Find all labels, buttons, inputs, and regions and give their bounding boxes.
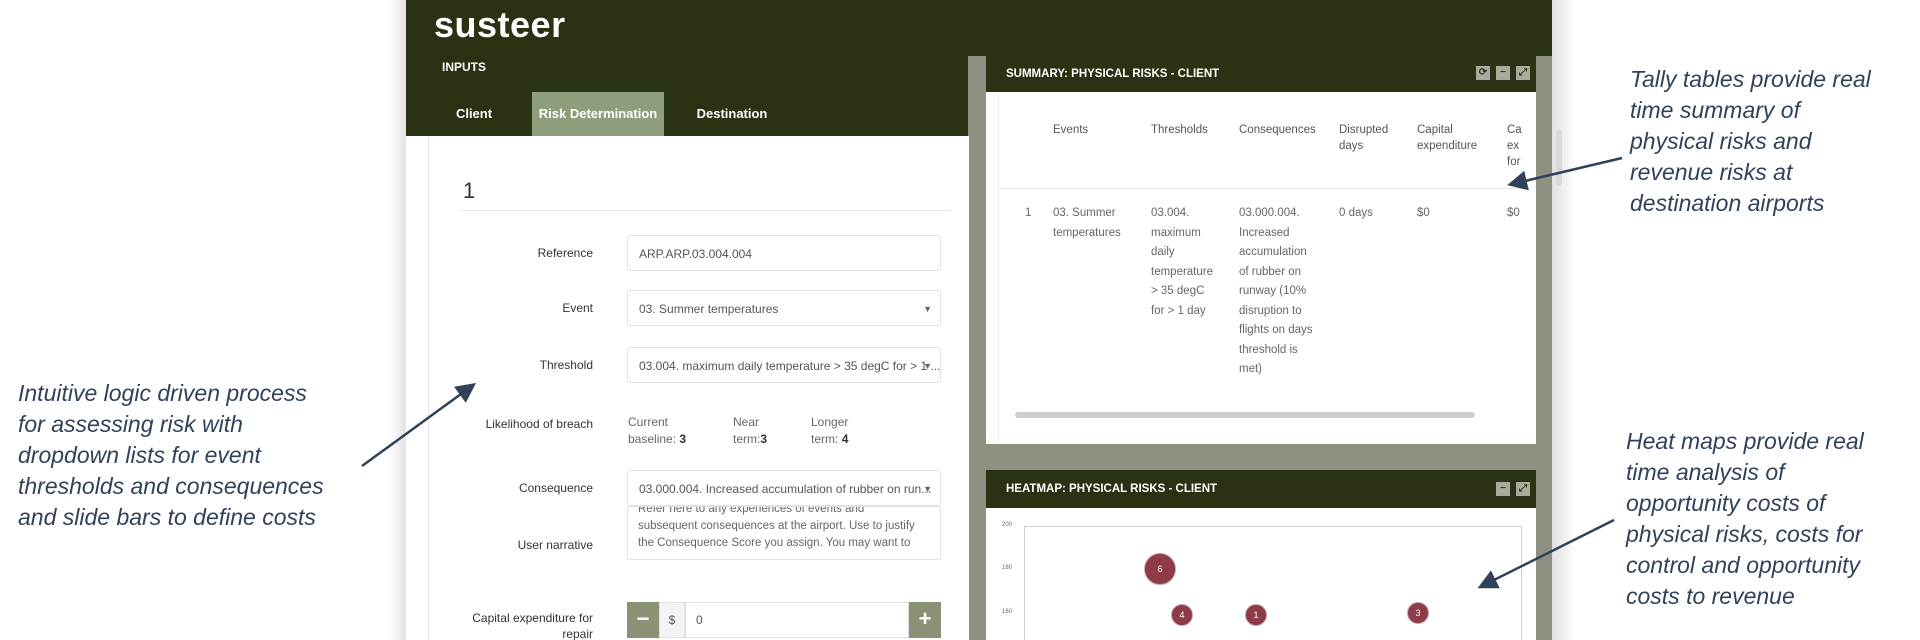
- arrow-to-summary: [1507, 156, 1623, 191]
- arrow-to-heatmap: [1477, 518, 1615, 589]
- arrow-to-threshold: [361, 383, 477, 468]
- annotation-arrows: [361, 156, 1623, 589]
